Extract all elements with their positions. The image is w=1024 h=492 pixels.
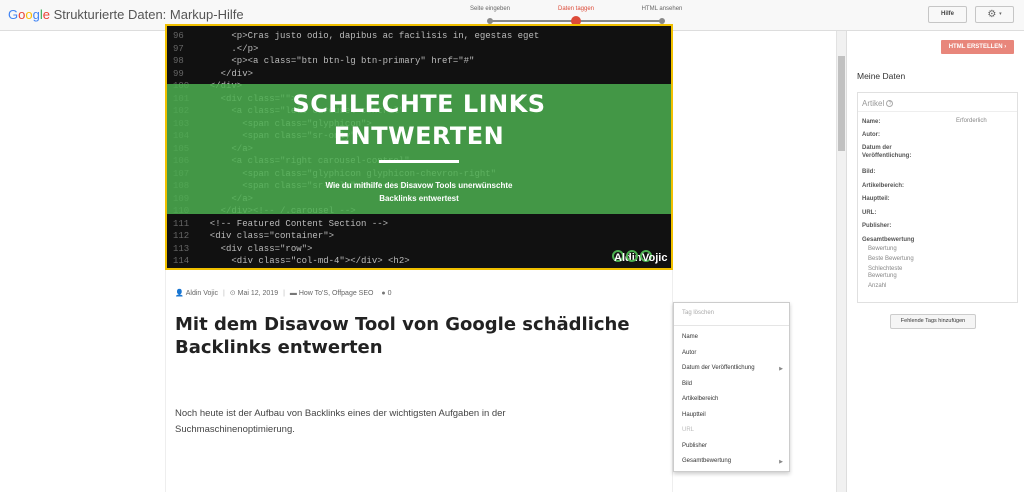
subfield-rating-value: Bewertung (868, 246, 897, 252)
help-button[interactable]: Hilfe (928, 6, 967, 23)
meta-author[interactable]: Aldin Vojic (186, 290, 218, 297)
chevron-right-icon: › (1004, 44, 1007, 50)
menu-item-author[interactable]: Autor (682, 350, 696, 356)
menu-item-image[interactable]: Bild (682, 381, 692, 387)
create-html-button[interactable]: HTML ERSTELLEN › (941, 40, 1014, 54)
hero-image[interactable]: 96 <p>Cras justo odio, dapibus ac facili… (165, 24, 673, 270)
menu-item-body[interactable]: Hauptteil (682, 412, 706, 418)
subfield-count: Anzahl (868, 283, 887, 289)
field-name: Name: (862, 119, 881, 125)
hero-title-line-2: ENTWERTEN (333, 122, 505, 150)
gear-icon: ⚙ (987, 9, 997, 21)
app-title: Strukturierte Daten: Markup-Hilfe (53, 7, 244, 22)
article-paragraph[interactable]: Noch heute ist der Aufbau von Backlinks … (175, 406, 575, 438)
meta-categories[interactable]: How To'S, Offpage SEO (299, 290, 374, 297)
submenu-arrow-icon: ▶ (779, 366, 783, 372)
settings-button[interactable]: ⚙ ▾ (975, 6, 1014, 23)
field-publisher: Publisher: (862, 223, 892, 229)
subfield-best-rating: Beste Bewertung (868, 256, 914, 262)
data-panel: HTML ERSTELLEN › Meine Daten Artikel ? N… (846, 31, 1024, 492)
step-label-tag-data: Daten taggen (557, 6, 595, 12)
user-icon: 👤 (175, 290, 184, 297)
google-logo: Google (8, 7, 50, 22)
meta-comments[interactable]: 0 (388, 290, 392, 297)
field-image: Bild: (862, 169, 876, 175)
subfield-worst-rating: Schlechteste Bewertung (868, 266, 903, 279)
folder-icon: ▬ (289, 290, 297, 297)
hero-subtitle-line-1: Wie du mithilfe des Disavow Tools unerwü… (325, 181, 513, 190)
panel-title: Meine Daten (857, 71, 906, 81)
article-meta: 👤 Aldin Vojic | ⊙ Mai 12, 2019 | ▬ How To'S… (175, 290, 392, 297)
menu-item-publish-date[interactable]: Datum der Veröffentlichung (682, 365, 755, 371)
step-label-enter-page: Seite eingeben (469, 6, 511, 12)
add-missing-tags-button[interactable]: Fehlende Tags hinzufügen (890, 314, 976, 329)
hero-divider (379, 160, 459, 163)
menu-item-name[interactable]: Name (682, 334, 698, 340)
field-url: URL: (862, 210, 877, 216)
field-rating: Gesamtbewertung (862, 237, 915, 243)
hero-logo: AldinVojic (612, 250, 668, 264)
field-author: Autor: (862, 132, 880, 138)
menu-item-publisher[interactable]: Publisher (682, 443, 707, 449)
app-brand: Google Strukturierte Daten: Markup-Hilfe (8, 7, 244, 22)
tag-context-menu: Tag löschen Name Autor Datum der Veröffe… (673, 302, 790, 472)
preview-scrollbar[interactable] (836, 31, 846, 492)
meta-date[interactable]: Mai 12, 2019 (238, 290, 278, 297)
comment-icon: ● (381, 290, 386, 297)
menu-item-rating[interactable]: Gesamtbewertung (682, 458, 731, 464)
logo-ring-icon (626, 250, 638, 262)
card-title: Artikel ? (862, 99, 894, 108)
field-publish-date: Datum der Veröffentlichung: (862, 145, 912, 159)
step-label-view-html: HTML ansehen (641, 6, 683, 12)
article-headline[interactable]: Mit dem Disavow Tool von Google schädlic… (175, 313, 675, 359)
menu-item-article-section[interactable]: Artikelbereich (682, 396, 718, 402)
hero-title-line-1: SCHLECHTE LINKS (292, 90, 546, 118)
scrollbar-thumb[interactable] (838, 56, 845, 151)
menu-delete-tag[interactable]: Tag löschen (682, 310, 714, 316)
menu-divider (674, 325, 789, 326)
help-icon[interactable]: ? (886, 100, 894, 108)
field-body: Hauptteil: (862, 196, 890, 202)
hero-subtitle-line-2: Backlinks entwertest (379, 194, 459, 203)
menu-item-url: URL (682, 427, 695, 433)
article-data-card: Artikel ? Name: Erforderlich Autor: Datu… (857, 92, 1018, 303)
clock-icon: ⊙ (229, 290, 236, 297)
field-name-required: Erforderlich (956, 118, 987, 124)
chevron-down-icon: ▾ (999, 11, 1002, 17)
submenu-arrow-icon: ▶ (779, 459, 783, 465)
field-article-section: Artikelbereich: (862, 183, 905, 189)
